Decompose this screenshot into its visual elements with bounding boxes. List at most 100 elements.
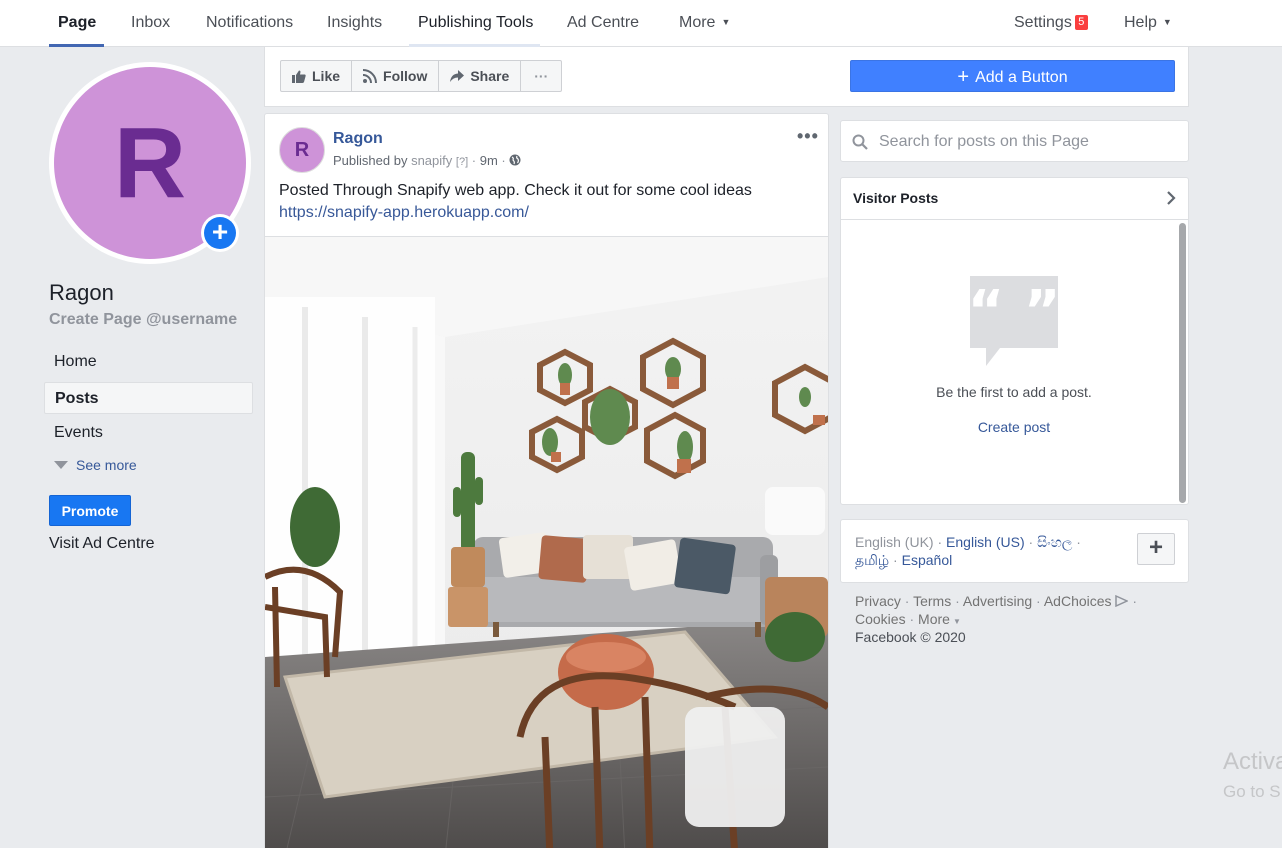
globe-icon[interactable] bbox=[509, 154, 521, 166]
page-name[interactable]: Ragon bbox=[49, 280, 114, 306]
caret-down-icon: ▼ bbox=[952, 617, 961, 626]
follow-button[interactable]: Follow bbox=[352, 61, 440, 91]
search-input[interactable] bbox=[879, 129, 1179, 155]
activation-watermark: Activa bbox=[1223, 748, 1282, 775]
rss-icon bbox=[363, 69, 378, 83]
thumbs-up-icon bbox=[292, 70, 306, 83]
tab-help[interactable]: Help ▼ bbox=[1124, 0, 1172, 47]
see-more-label: See more bbox=[76, 457, 137, 473]
page-top-nav: Page Inbox Notifications Insights Publis… bbox=[0, 0, 1282, 47]
tab-more[interactable]: More ▼ bbox=[679, 0, 730, 47]
living-room-photo bbox=[265, 237, 828, 848]
follow-label: Follow bbox=[383, 68, 428, 84]
tab-notifications[interactable]: Notifications bbox=[206, 0, 293, 47]
create-username-link[interactable]: Create Page @username bbox=[49, 311, 237, 329]
language-option[interactable]: English (US) bbox=[946, 534, 1025, 550]
visitor-posts-title: Visitor Posts bbox=[853, 190, 939, 206]
like-button[interactable]: Like bbox=[281, 61, 353, 91]
sidebar-item-events[interactable]: Events bbox=[44, 417, 253, 449]
tab-inbox-label: Inbox bbox=[131, 14, 171, 31]
tab-help-label: Help bbox=[1124, 14, 1157, 31]
more-languages-button[interactable]: + bbox=[1137, 533, 1175, 565]
scrollbar[interactable] bbox=[1179, 223, 1186, 503]
footer-link-advertising[interactable]: Advertising bbox=[963, 593, 1032, 609]
post-author-avatar[interactable]: R bbox=[279, 127, 325, 173]
tab-inbox[interactable]: Inbox bbox=[131, 0, 170, 47]
ellipsis-icon: ··· bbox=[534, 68, 549, 84]
tab-settings[interactable]: Settings 5 bbox=[1014, 0, 1088, 47]
adchoices-icon bbox=[1115, 594, 1130, 608]
sidebar-item-posts[interactable]: Posts bbox=[44, 382, 253, 414]
footer-link-terms[interactable]: Terms bbox=[913, 593, 951, 609]
visitor-posts-header[interactable]: Visitor Posts bbox=[841, 178, 1188, 220]
footer-links-line-2: Cookies · More ▼ bbox=[855, 611, 961, 627]
post-image[interactable] bbox=[265, 236, 828, 848]
more-actions-button[interactable]: ··· bbox=[521, 61, 561, 91]
tab-notifications-label: Notifications bbox=[206, 14, 294, 31]
post-options-button[interactable]: ••• bbox=[797, 126, 819, 147]
search-icon bbox=[852, 134, 868, 150]
svg-text:“ ”: “ ” bbox=[970, 279, 1058, 344]
separator-dot: · bbox=[501, 153, 506, 168]
triangle-down-icon bbox=[54, 461, 68, 469]
tab-publishing-tools[interactable]: Publishing Tools bbox=[418, 0, 533, 47]
language-option[interactable]: සිංහල bbox=[1037, 534, 1072, 550]
copyright: Facebook © 2020 bbox=[855, 629, 966, 645]
tab-page[interactable]: Page bbox=[58, 0, 96, 47]
share-arrow-icon bbox=[450, 70, 465, 82]
post-author-name[interactable]: Ragon bbox=[333, 130, 383, 148]
plus-icon: + bbox=[204, 217, 236, 249]
post-meta: Published by snapify [?] · 9m · bbox=[333, 153, 521, 168]
published-by-label: Published by bbox=[333, 153, 408, 168]
tab-publishing-tools-label: Publishing Tools bbox=[418, 14, 534, 31]
profile-picture[interactable]: R + bbox=[49, 62, 251, 264]
sidebar-item-home[interactable]: Home bbox=[44, 346, 253, 378]
page-action-bar: Like Follow Share ··· + Add a Button bbox=[264, 47, 1189, 107]
promote-button[interactable]: Promote bbox=[49, 495, 131, 526]
tab-page-label: Page bbox=[58, 14, 97, 31]
post-timestamp[interactable]: 9m bbox=[480, 153, 498, 168]
visitor-posts-body: “ ” Be the first to add a post. Create p… bbox=[841, 220, 1188, 504]
publisher-help-icon[interactable]: [?] bbox=[456, 156, 468, 168]
add-a-button[interactable]: + Add a Button bbox=[850, 60, 1175, 92]
settings-badge: 5 bbox=[1074, 15, 1088, 30]
share-button[interactable]: Share bbox=[439, 61, 522, 91]
language-line-2: தமிழ் · Español bbox=[855, 552, 953, 568]
visit-ad-centre-link[interactable]: Visit Ad Centre bbox=[49, 535, 155, 553]
chevron-right-icon bbox=[1167, 191, 1176, 205]
activation-watermark-subtext: Go to S bbox=[1223, 782, 1281, 801]
create-post-link[interactable]: Create post bbox=[841, 419, 1187, 435]
footer-link-cookies[interactable]: Cookies bbox=[855, 611, 906, 627]
page-post-search bbox=[840, 120, 1189, 162]
sidebar-item-label: Home bbox=[54, 353, 97, 370]
post-card: R Ragon Published by snapify [?] · 9m · … bbox=[264, 113, 829, 848]
language-option[interactable]: தமிழ் bbox=[855, 552, 889, 568]
see-more-link[interactable]: See more bbox=[54, 457, 137, 473]
caret-down-icon: ▼ bbox=[721, 17, 731, 27]
footer-link-more[interactable]: More bbox=[918, 611, 950, 627]
current-language: English (UK) bbox=[855, 534, 934, 550]
language-selector-card: English (UK) · English (US) · සිංහල · தம… bbox=[840, 519, 1189, 583]
tab-more-label: More bbox=[679, 14, 716, 31]
sidebar-item-label: Posts bbox=[55, 390, 99, 407]
visitor-posts-card: Visitor Posts “ ” Be the first to add a … bbox=[840, 177, 1189, 505]
separator-dot: · bbox=[471, 153, 477, 168]
page-actions-group: Like Follow Share ··· bbox=[280, 60, 563, 92]
plus-icon: + bbox=[957, 66, 970, 88]
footer-link-adchoices[interactable]: AdChoices bbox=[1044, 593, 1112, 609]
sidebar-item-label: Events bbox=[54, 424, 103, 441]
add-photo-button[interactable]: + bbox=[201, 214, 239, 252]
publisher-link[interactable]: snapify bbox=[411, 153, 452, 168]
active-tab-indicator bbox=[49, 44, 104, 47]
tab-ad-centre[interactable]: Ad Centre bbox=[567, 0, 639, 47]
footer-link-privacy[interactable]: Privacy bbox=[855, 593, 901, 609]
share-label: Share bbox=[470, 68, 510, 84]
like-label: Like bbox=[312, 68, 341, 84]
empty-state-text: Be the first to add a post. bbox=[936, 384, 1092, 400]
post-link[interactable]: https://snapify-app.herokuapp.com/ bbox=[279, 204, 529, 222]
tab-insights-label: Insights bbox=[327, 14, 383, 31]
language-option[interactable]: Español bbox=[902, 552, 953, 568]
tab-insights[interactable]: Insights bbox=[327, 0, 382, 47]
caret-down-icon: ▼ bbox=[1162, 17, 1172, 27]
add-a-button-label: Add a Button bbox=[975, 69, 1068, 86]
